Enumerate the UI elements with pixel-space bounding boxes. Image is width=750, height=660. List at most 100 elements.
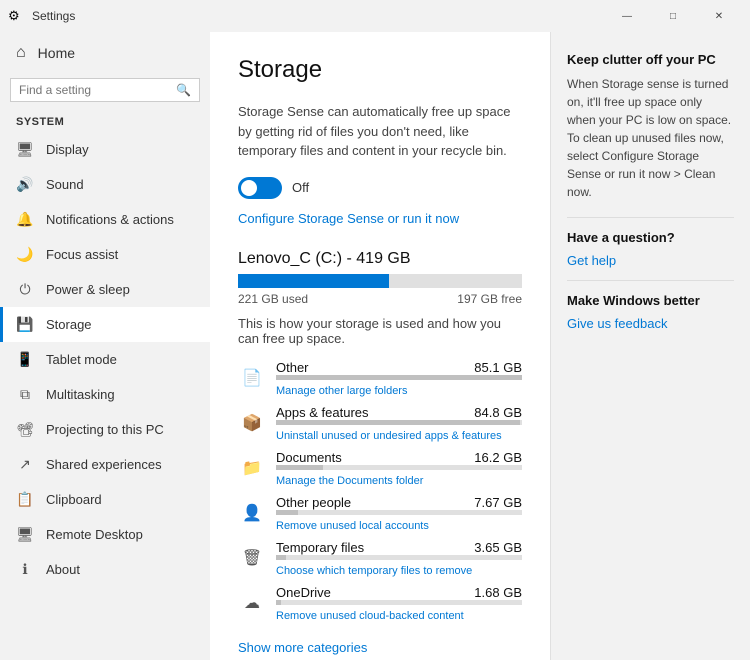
- page-title: Storage: [238, 56, 522, 84]
- storage-item-sub-apps[interactable]: Uninstall unused or undesired apps & fea…: [276, 430, 502, 442]
- sidebar: ⌂ Home 🔍 System 🖥 Display 🔊 Sound 🔔 Noti…: [0, 32, 210, 660]
- storage-item-bar-documents: [276, 465, 522, 470]
- sidebar-item-shared[interactable]: ↗ Shared experiences: [0, 447, 210, 482]
- right-section-text-0: When Storage sense is turned on, it'll f…: [567, 75, 734, 201]
- right-section-link-2[interactable]: Give us feedback: [567, 316, 734, 331]
- toggle-knob: [241, 180, 257, 196]
- storage-item-sub-documents[interactable]: Manage the Documents folder: [276, 475, 423, 487]
- storage-item-size-other-people: 7.67 GB: [474, 495, 522, 510]
- sidebar-item-display[interactable]: 🖥 Display: [0, 132, 210, 167]
- search-input[interactable]: [19, 83, 176, 97]
- search-icon: 🔍: [176, 83, 191, 97]
- storage-item-bar-onedrive: [276, 600, 522, 605]
- apps-icon: 📦: [238, 409, 266, 437]
- drive-free-label: 197 GB free: [457, 292, 522, 306]
- title-bar-title: Settings: [32, 9, 604, 23]
- sidebar-item-sound[interactable]: 🔊 Sound: [0, 167, 210, 202]
- storage-sense-desc: Storage Sense can automatically free up …: [238, 102, 522, 161]
- show-more-link[interactable]: Show more categories: [238, 640, 367, 655]
- storage-item-sub-onedrive[interactable]: Remove unused cloud-backed content: [276, 610, 464, 622]
- storage-item-size-apps: 84.8 GB: [474, 405, 522, 420]
- storage-item-size-temp: 3.65 GB: [474, 540, 522, 555]
- title-bar: ⚙ Settings — □ ✕: [0, 0, 750, 32]
- right-divider-0: [567, 217, 734, 218]
- sidebar-item-remote[interactable]: 🖥 Remote Desktop: [0, 517, 210, 552]
- sidebar-item-notifications[interactable]: 🔔 Notifications & actions: [0, 202, 210, 237]
- sidebar-item-label-clipboard: Clipboard: [46, 492, 102, 507]
- storage-item-bar-other: [276, 375, 522, 380]
- notifications-icon: 🔔: [16, 211, 34, 228]
- sidebar-item-storage[interactable]: 💾 Storage: [0, 307, 210, 342]
- sidebar-item-multitasking[interactable]: ⧉ Multitasking: [0, 377, 210, 412]
- storage-item-header-documents: 📁 Documents 16.2 GB Manage the Documents…: [238, 450, 522, 487]
- storage-item-apps: 📦 Apps & features 84.8 GB Uninstall unus…: [238, 405, 522, 442]
- storage-item-header-other: 📄 Other 85.1 GB Manage other large folde…: [238, 360, 522, 397]
- storage-items: 📄 Other 85.1 GB Manage other large folde…: [238, 360, 522, 622]
- right-section-link-1[interactable]: Get help: [567, 253, 734, 268]
- right-section-title-0: Keep clutter off your PC: [567, 52, 734, 67]
- sidebar-item-clipboard[interactable]: 📋 Clipboard: [0, 482, 210, 517]
- about-icon: ℹ: [16, 561, 34, 578]
- storage-sense-toggle[interactable]: [238, 177, 282, 199]
- sidebar-home[interactable]: ⌂ Home: [0, 32, 210, 74]
- power-icon: ⏻: [16, 281, 34, 298]
- sidebar-item-label-about: About: [46, 562, 80, 577]
- sidebar-item-label-storage: Storage: [46, 317, 92, 332]
- sidebar-item-label-shared: Shared experiences: [46, 457, 162, 472]
- temp-icon: 🗑: [238, 544, 266, 572]
- storage-item-size-documents: 16.2 GB: [474, 450, 522, 465]
- drive-used-bar: [238, 274, 389, 288]
- system-label: System: [0, 110, 210, 132]
- storage-item-name-apps: Apps & features: [276, 405, 369, 420]
- settings-icon: ⚙: [8, 8, 24, 24]
- storage-item-other-people: 👤 Other people 7.67 GB Remove unused loc…: [238, 495, 522, 532]
- right-sections: Keep clutter off your PC When Storage sen…: [567, 52, 734, 331]
- home-label: Home: [38, 45, 75, 61]
- other-people-icon: 👤: [238, 499, 266, 527]
- storage-item-name-temp: Temporary files: [276, 540, 364, 555]
- storage-item-name-other-people: Other people: [276, 495, 351, 510]
- sidebar-item-label-sound: Sound: [46, 177, 84, 192]
- display-icon: 🖥: [16, 141, 34, 158]
- other-icon: 📄: [238, 364, 266, 392]
- right-section-0: Keep clutter off your PC When Storage sen…: [567, 52, 734, 218]
- right-section-2: Make Windows betterGive us feedback: [567, 293, 734, 331]
- app-body: ⌂ Home 🔍 System 🖥 Display 🔊 Sound 🔔 Noti…: [0, 32, 750, 660]
- drive-section: Lenovo_C (C:) - 419 GB 221 GB used 197 G…: [238, 250, 522, 655]
- storage-item-sub-temp[interactable]: Choose which temporary files to remove: [276, 565, 472, 577]
- storage-item-size-other: 85.1 GB: [474, 360, 522, 375]
- sidebar-item-focus[interactable]: 🌙 Focus assist: [0, 237, 210, 272]
- storage-item-name-onedrive: OneDrive: [276, 585, 331, 600]
- sidebar-item-tablet[interactable]: 📱 Tablet mode: [0, 342, 210, 377]
- sidebar-item-label-tablet: Tablet mode: [46, 352, 117, 367]
- tablet-icon: 📱: [16, 351, 34, 368]
- sidebar-item-about[interactable]: ℹ About: [0, 552, 210, 587]
- clipboard-icon: 📋: [16, 491, 34, 508]
- storage-item-header-onedrive: ☁ OneDrive 1.68 GB Remove unused cloud-b…: [238, 585, 522, 622]
- storage-icon: 💾: [16, 316, 34, 333]
- storage-item-sub-other[interactable]: Manage other large folders: [276, 385, 407, 397]
- shared-icon: ↗: [16, 456, 34, 473]
- focus-icon: 🌙: [16, 246, 34, 263]
- close-button[interactable]: ✕: [696, 0, 742, 32]
- sidebar-item-label-notifications: Notifications & actions: [46, 212, 174, 227]
- sidebar-item-power[interactable]: ⏻ Power & sleep: [0, 272, 210, 307]
- drive-progress-bar: [238, 274, 522, 288]
- toggle-label: Off: [292, 180, 309, 195]
- sidebar-item-label-projecting: Projecting to this PC: [46, 422, 164, 437]
- maximize-button[interactable]: □: [650, 0, 696, 32]
- drive-title: Lenovo_C (C:) - 419 GB: [238, 250, 522, 268]
- toggle-row: Off: [238, 177, 522, 199]
- storage-item-bar-apps: [276, 420, 522, 425]
- storage-item-header-temp: 🗑 Temporary files 3.65 GB Choose which t…: [238, 540, 522, 577]
- storage-item-sub-other-people[interactable]: Remove unused local accounts: [276, 520, 429, 532]
- search-box[interactable]: 🔍: [10, 78, 200, 102]
- documents-icon: 📁: [238, 454, 266, 482]
- storage-item-temp: 🗑 Temporary files 3.65 GB Choose which t…: [238, 540, 522, 577]
- right-panel: Keep clutter off your PC When Storage sen…: [550, 32, 750, 660]
- minimize-button[interactable]: —: [604, 0, 650, 32]
- drive-info: 221 GB used 197 GB free: [238, 292, 522, 306]
- onedrive-icon: ☁: [238, 589, 266, 617]
- sidebar-item-projecting[interactable]: 📽 Projecting to this PC: [0, 412, 210, 447]
- configure-link[interactable]: Configure Storage Sense or run it now: [238, 211, 459, 226]
